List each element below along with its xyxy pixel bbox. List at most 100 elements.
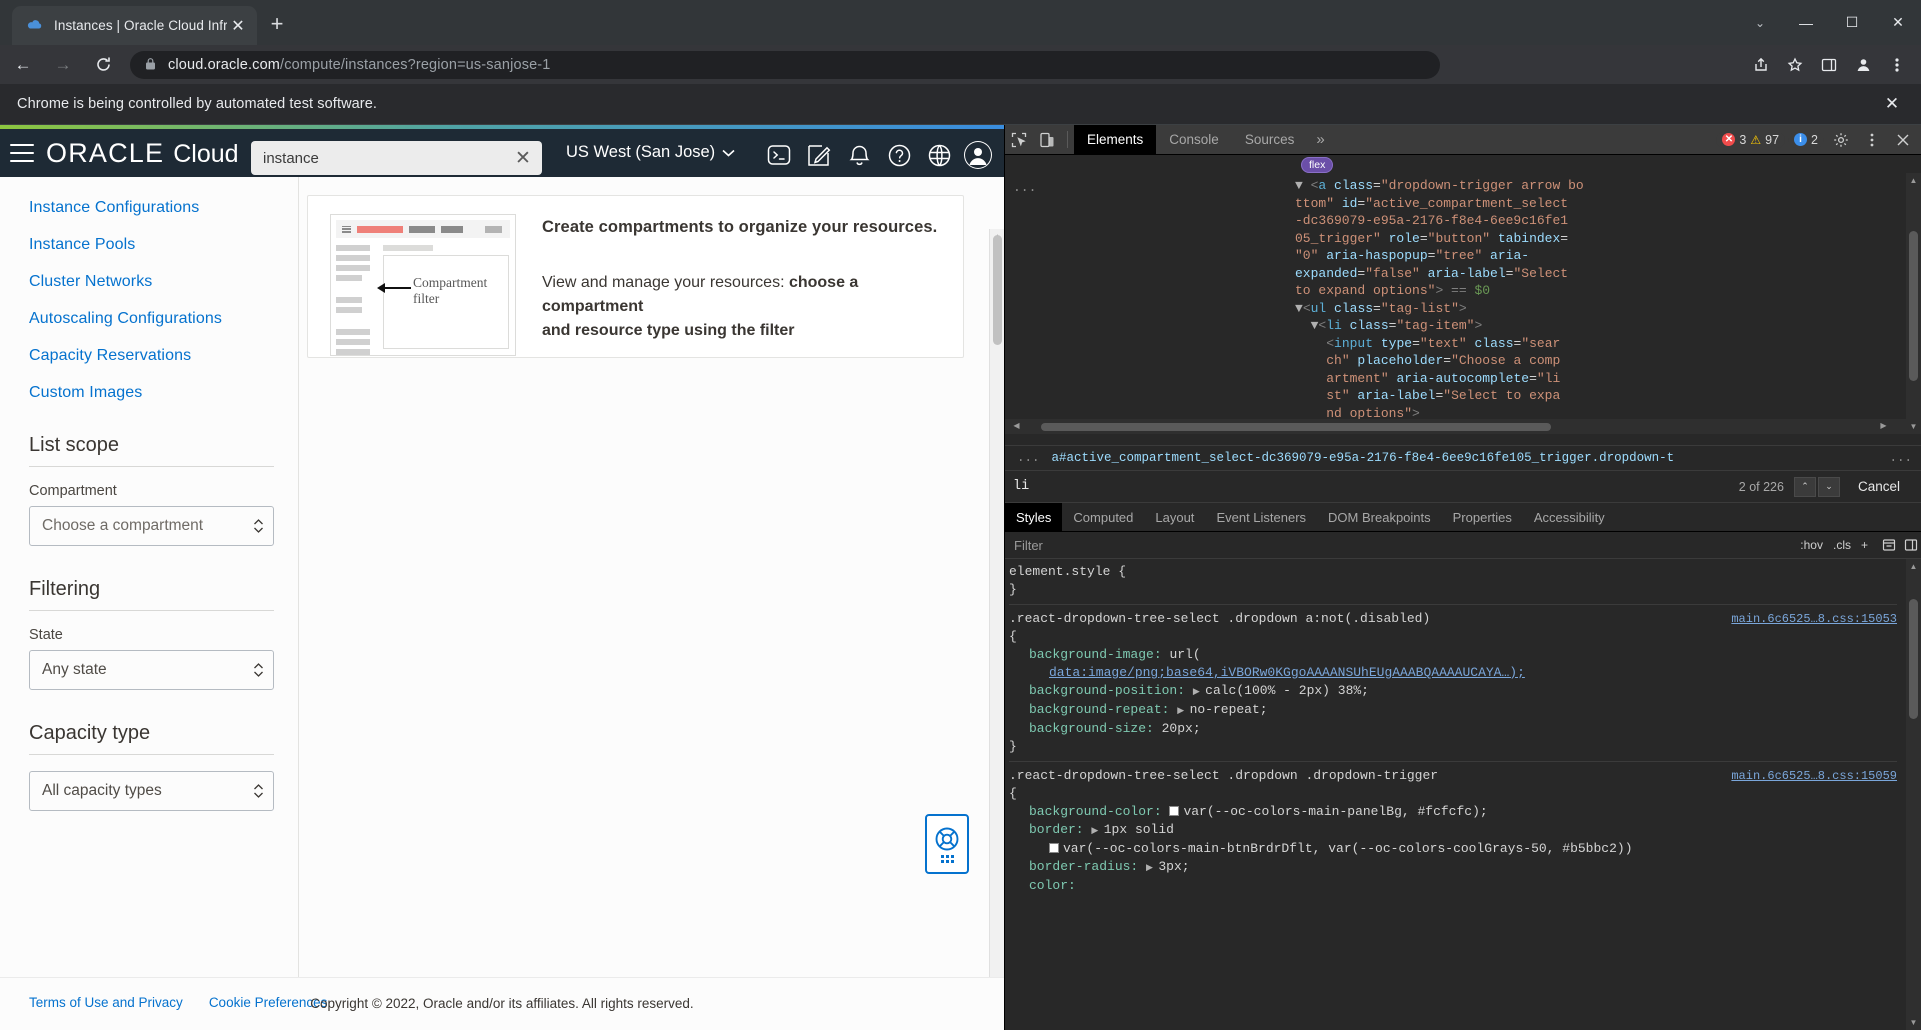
css-rule[interactable]: element.style {} — [1009, 563, 1907, 599]
notifications-icon[interactable] — [842, 139, 876, 171]
search-prev-button[interactable]: ⌃ — [1793, 476, 1816, 497]
hamburger-icon[interactable] — [10, 144, 34, 162]
dom-tree-line[interactable]: "0" aria-haspopup="tree" aria- — [1295, 247, 1899, 265]
clear-search-icon[interactable]: ✕ — [510, 145, 536, 171]
sidebar-item-custom-images[interactable]: Custom Images — [29, 384, 274, 402]
dom-tree-line[interactable]: ▼<ul class="tag-list"> — [1295, 300, 1899, 318]
css-property[interactable]: background-color: — [1029, 804, 1169, 819]
state-select[interactable]: Any state — [29, 650, 274, 690]
css-rule[interactable]: main.6c6525…8.css:15059 .react-dropdown-t… — [1009, 767, 1907, 895]
address-bar[interactable]: cloud.oracle.com/compute/instances?regio… — [130, 50, 1440, 79]
dom-tree-line[interactable]: artment" aria-autocomplete="li — [1295, 370, 1899, 388]
share-icon[interactable] — [1745, 49, 1777, 81]
styles-vscrollbar[interactable]: ▲ ▼ — [1906, 559, 1921, 1030]
cloud-shell-icon[interactable] — [762, 139, 796, 171]
css-value[interactable]: url( — [1169, 647, 1200, 662]
profile-avatar-icon[interactable] — [964, 141, 992, 169]
add-style-rule-button[interactable]: + — [1861, 538, 1868, 552]
help-lifebuoy-widget[interactable] — [925, 814, 969, 874]
browser-tab[interactable]: Instances | Oracle Cloud Infrastru ✕ — [12, 6, 257, 45]
dom-tree-hscrollbar[interactable]: ◀ ▶ — [1005, 419, 1907, 434]
css-declaration[interactable]: background-position: ▶ calc(100% - 2px) … — [1009, 682, 1907, 701]
css-property[interactable]: border-radius: — [1029, 859, 1146, 874]
tab-computed[interactable]: Computed — [1062, 503, 1144, 532]
inspect-element-icon[interactable] — [1005, 126, 1033, 154]
css-declaration[interactable]: background-repeat: ▶ no-repeat; — [1009, 701, 1907, 720]
css-selector[interactable]: .react-dropdown-tree-select .dropdown .d… — [1009, 768, 1438, 783]
css-property[interactable]: background-size: — [1029, 721, 1162, 736]
new-tab-button[interactable]: + — [264, 12, 290, 38]
region-selector[interactable]: US West (San Jose) — [566, 143, 735, 162]
tab-accessibility[interactable]: Accessibility — [1523, 503, 1616, 532]
chevron-down-icon[interactable]: ⌄ — [1737, 0, 1783, 45]
infobar-close-icon[interactable]: ✕ — [1879, 91, 1905, 117]
devtools-dom-tree[interactable]: ... ▼ <a class="dropdown-trigger arrow b… — [1005, 173, 1907, 434]
css-property[interactable]: border: — [1029, 822, 1091, 837]
tab-event-listeners[interactable]: Event Listeners — [1205, 503, 1317, 532]
developer-tools-icon[interactable] — [802, 139, 836, 171]
scrollbar-thumb[interactable] — [1909, 599, 1918, 719]
css-value[interactable]: data:image/png;base64,iVBORw0KGgoAAAANSU… — [1049, 665, 1525, 680]
tab-styles[interactable]: Styles — [1005, 502, 1063, 532]
dom-tree-line[interactable]: st" aria-label="Select to expa — [1295, 387, 1899, 405]
region-language-icon[interactable] — [922, 139, 956, 171]
menu-icon[interactable] — [1881, 49, 1913, 81]
dom-tree-line[interactable]: ▼ <a class="dropdown-trigger arrow bo — [1295, 177, 1899, 195]
toggle-icon[interactable] — [1900, 534, 1921, 556]
sidebar-item-autoscaling-configurations[interactable]: Autoscaling Configurations — [29, 310, 274, 328]
css-declaration[interactable]: data:image/png;base64,iVBORw0KGgoAAAANSU… — [1009, 664, 1907, 682]
css-declaration[interactable]: background-color: var(--oc-colors-main-p… — [1009, 803, 1907, 821]
sidebar-item-instance-configurations[interactable]: Instance Configurations — [29, 199, 274, 217]
css-value[interactable]: var(--oc-colors-main-panelBg, #fcfcfc); — [1183, 804, 1487, 819]
css-declaration[interactable]: background-size: 20px; — [1009, 720, 1907, 738]
close-devtools-icon[interactable] — [1889, 126, 1917, 154]
maximize-icon[interactable]: ☐ — [1829, 0, 1875, 45]
scroll-up-arrow-icon[interactable]: ▲ — [1906, 173, 1921, 188]
window-close-icon[interactable]: ✕ — [1875, 0, 1921, 45]
tab-elements[interactable]: Elements — [1074, 124, 1157, 155]
breadcrumb-ellipsis[interactable]: ... — [1005, 451, 1052, 465]
class-toggle[interactable]: .cls — [1833, 538, 1851, 552]
close-icon[interactable]: ✕ — [227, 15, 249, 37]
sidebar-item-instance-pools[interactable]: Instance Pools — [29, 236, 274, 254]
device-toolbar-icon[interactable] — [1033, 126, 1061, 154]
dom-tree-line[interactable]: to expand options"> == $0 — [1295, 282, 1899, 300]
dom-tree-line[interactable]: ttom" id="active_compartment_select — [1295, 195, 1899, 213]
css-selector[interactable]: element.style { — [1009, 564, 1126, 579]
sidebar-item-capacity-reservations[interactable]: Capacity Reservations — [29, 347, 274, 365]
css-value[interactable]: 20px; — [1162, 721, 1201, 736]
css-rule-source[interactable]: main.6c6525…8.css:15059 — [1731, 767, 1897, 785]
dom-tree-line[interactable]: ▼<li class="tag-item"> — [1295, 317, 1899, 335]
css-value[interactable]: no-repeat; — [1190, 702, 1268, 717]
css-value[interactable]: 1px solid — [1104, 822, 1174, 837]
tab-properties[interactable]: Properties — [1442, 503, 1523, 532]
more-options-icon[interactable] — [1858, 126, 1886, 154]
breadcrumb-tail[interactable]: ... — [1889, 451, 1921, 465]
css-rule-source[interactable]: main.6c6525…8.css:15053 — [1731, 610, 1897, 628]
minimize-icon[interactable]: — — [1783, 0, 1829, 45]
tab-sources[interactable]: Sources — [1232, 125, 1308, 155]
css-declaration[interactable]: color: — [1009, 877, 1907, 895]
compartment-select[interactable]: Choose a compartment — [29, 506, 274, 546]
scrollbar-thumb[interactable] — [1909, 231, 1918, 381]
scroll-up-arrow-icon[interactable]: ▲ — [1906, 559, 1921, 574]
tab-dom-breakpoints[interactable]: DOM Breakpoints — [1317, 503, 1442, 532]
dom-tree-line[interactable]: expanded="false" aria-label="Select — [1295, 265, 1899, 283]
forward-icon[interactable]: → — [46, 48, 80, 82]
error-badge[interactable]: ✕ 3 ⚠ 97 — [1716, 131, 1786, 148]
sidebar-item-cluster-networks[interactable]: Cluster Networks — [29, 273, 274, 291]
oracle-cloud-logo[interactable]: ORACLE Cloud — [46, 138, 239, 169]
css-rule[interactable]: main.6c6525…8.css:15053 .react-dropdown-t… — [1009, 610, 1907, 756]
tab-console[interactable]: Console — [1156, 125, 1232, 155]
expand-triangle-icon[interactable]: ▶ — [1177, 706, 1189, 716]
scroll-down-arrow-icon[interactable]: ▼ — [1906, 419, 1921, 434]
css-property[interactable]: color: — [1029, 878, 1076, 893]
scroll-left-arrow-icon[interactable]: ◀ — [1009, 419, 1024, 434]
scrollbar-thumb[interactable] — [1041, 423, 1551, 431]
search-input[interactable] — [263, 149, 510, 167]
global-search-box[interactable]: ✕ — [251, 141, 542, 175]
tab-layout[interactable]: Layout — [1144, 503, 1205, 532]
capacity-type-select[interactable]: All capacity types — [29, 771, 274, 811]
css-selector[interactable]: .react-dropdown-tree-select .dropdown a:… — [1009, 611, 1430, 626]
dom-tree-line[interactable]: -dc369079-e95a-2176-f8e4-6ee9c16fe1 — [1295, 212, 1899, 230]
